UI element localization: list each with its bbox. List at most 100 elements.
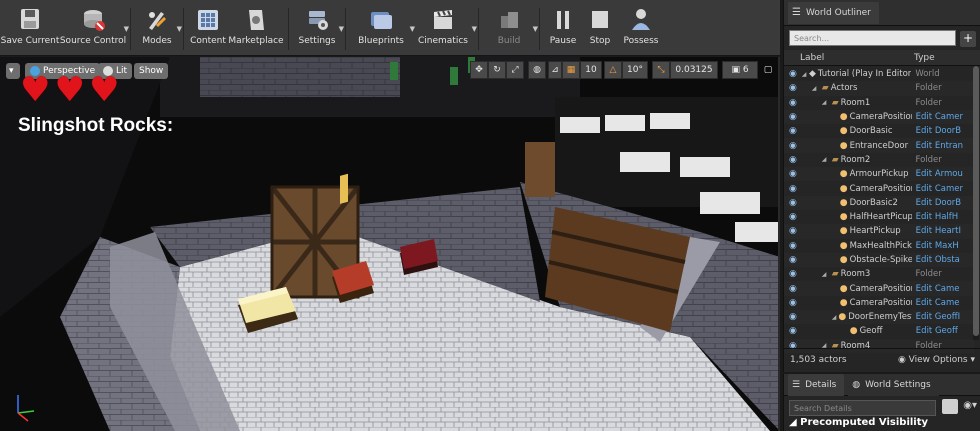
- tree-row[interactable]: ◉ ● Obstacle-Spike Edit Obsta: [784, 252, 974, 268]
- eye-icon[interactable]: ◉: [789, 298, 799, 307]
- eye-icon[interactable]: ◉: [789, 227, 799, 236]
- outliner-scrollbar[interactable]: [973, 66, 979, 340]
- eye-icon[interactable]: ◉: [789, 198, 799, 207]
- label-column-header[interactable]: Label: [784, 53, 910, 63]
- edit-blueprint-link[interactable]: Edit Camer: [912, 112, 974, 122]
- add-folder-button[interactable]: +: [960, 31, 976, 47]
- eye-icon[interactable]: ◉: [789, 270, 799, 279]
- eye-icon[interactable]: ◉: [789, 170, 799, 179]
- outliner-search-input[interactable]: Search...: [789, 30, 956, 46]
- source-control-button[interactable]: Source Control ▼: [60, 6, 129, 52]
- tree-row[interactable]: ◉ ● DoorBasic2 Edit DoorB: [784, 195, 974, 210]
- settings-button[interactable]: Settings ▼: [293, 6, 344, 52]
- eye-icon[interactable]: ◉: [789, 127, 799, 136]
- rotate-tool-button[interactable]: ↻: [488, 61, 506, 79]
- tree-row[interactable]: ◉ ● CameraPosition Edit Camer: [784, 181, 974, 195]
- rotation-snap-toggle[interactable]: △: [604, 61, 622, 79]
- grid-snap-toggle[interactable]: ▦: [562, 61, 580, 79]
- tree-row[interactable]: ◉ ◢ ▰ Room1 Folder: [784, 96, 974, 110]
- possess-button[interactable]: Possess: [618, 6, 664, 52]
- tree-row[interactable]: ◉ ● ArmourPickup Edit Armou: [784, 167, 974, 182]
- edit-blueprint-link[interactable]: Edit Came: [912, 284, 974, 294]
- eye-icon[interactable]: ◉: [789, 84, 799, 93]
- expand-arrow-icon[interactable]: ◢: [832, 314, 837, 321]
- edit-blueprint-link[interactable]: Edit Obsta: [912, 255, 974, 265]
- tree-row[interactable]: ◉ ● DoorBasic Edit DoorB: [784, 124, 974, 138]
- edit-blueprint-link[interactable]: Edit DoorB: [912, 198, 974, 208]
- tree-row[interactable]: ◉ ◢ ▰ Actors Folder: [784, 81, 974, 96]
- edit-blueprint-link[interactable]: Edit Entran: [912, 141, 974, 151]
- tab-world-settings[interactable]: ◍ World Settings: [848, 373, 939, 396]
- edit-blueprint-link[interactable]: Edit Armou: [912, 169, 974, 179]
- tree-row[interactable]: ◉ ● MaxHealthPick Edit MaxH: [784, 239, 974, 253]
- level-viewport[interactable]: ▾ Perspective Lit Show ✥ ↻ ⤢ ◍ ⊿ ▦ 10 △ …: [0, 57, 780, 431]
- eye-icon[interactable]: ◉: [789, 256, 799, 265]
- camera-speed-button[interactable]: ▣ 6: [722, 61, 758, 79]
- edit-blueprint-link[interactable]: Edit HeartI: [912, 226, 974, 236]
- edit-blueprint-link[interactable]: Edit MaxH: [912, 241, 974, 251]
- save-current-button[interactable]: Save Current: [0, 6, 60, 52]
- eye-icon[interactable]: ◉: [789, 70, 799, 79]
- translate-tool-button[interactable]: ✥: [470, 61, 488, 79]
- type-column-header[interactable]: Type: [910, 53, 950, 63]
- expand-arrow-icon[interactable]: ◢: [812, 85, 820, 92]
- scale-tool-button[interactable]: ⤢: [506, 61, 524, 79]
- grid-snap-value[interactable]: 10: [580, 61, 602, 79]
- cinematics-button[interactable]: Cinematics ▼: [412, 6, 477, 52]
- edit-blueprint-link[interactable]: Edit Geoff: [912, 326, 974, 336]
- edit-blueprint-link[interactable]: Edit GeoffI: [912, 312, 974, 322]
- eye-icon[interactable]: ◉: [789, 113, 799, 122]
- surface-snap-button[interactable]: ⊿: [548, 61, 562, 79]
- rotation-snap-value[interactable]: 10°: [622, 61, 648, 79]
- show-button[interactable]: Show: [134, 63, 169, 79]
- pause-button[interactable]: Pause: [544, 6, 582, 52]
- eye-icon[interactable]: ◉: [789, 141, 799, 150]
- chevron-down-icon[interactable]: ▼: [124, 25, 129, 33]
- tree-row[interactable]: ◉ ● HeartPickup Edit HeartI: [784, 224, 974, 239]
- edit-blueprint-link[interactable]: Edit HalfH: [912, 212, 974, 222]
- expand-arrow-icon[interactable]: ◢: [822, 271, 830, 278]
- viewport-options-button[interactable]: ▾: [6, 63, 20, 79]
- tree-row[interactable]: ◉ ◢ ● DoorEnemyTest Edit GeoffI: [784, 310, 974, 325]
- expand-arrow-icon[interactable]: ◢: [822, 99, 830, 106]
- tab-details[interactable]: ☰ Details: [788, 373, 845, 396]
- scale-snap-toggle[interactable]: ⤡: [652, 61, 670, 79]
- tree-row[interactable]: ◉ ● HalfHeartPicup Edit HalfH: [784, 210, 974, 224]
- edit-blueprint-link[interactable]: Edit Came: [912, 298, 974, 308]
- blueprints-button[interactable]: Blueprints ▼: [350, 6, 415, 52]
- tree-row[interactable]: ◉ ◢ ◆ Tutorial (Play In Editor World: [784, 67, 974, 81]
- property-matrix-button[interactable]: [942, 399, 958, 414]
- scale-snap-value[interactable]: 0.03125: [670, 61, 718, 79]
- marketplace-button[interactable]: Marketplace: [228, 6, 284, 52]
- eye-icon[interactable]: ◉: [789, 284, 799, 293]
- view-options-button[interactable]: ◉ View Options ▾: [898, 355, 975, 365]
- eye-icon[interactable]: ◉: [789, 327, 799, 336]
- maximize-viewport-button[interactable]: ▢: [762, 61, 774, 79]
- tree-row[interactable]: ◉ ● EntranceDoor Edit Entran: [784, 138, 974, 153]
- chevron-down-icon[interactable]: ▼: [339, 25, 344, 33]
- content-button[interactable]: Content: [188, 6, 228, 52]
- edit-blueprint-link[interactable]: Edit DoorB: [912, 126, 974, 136]
- eye-icon[interactable]: ◉▾: [963, 400, 977, 411]
- stop-button[interactable]: Stop: [582, 6, 618, 52]
- details-search-input[interactable]: Search Details: [789, 400, 936, 416]
- tab-world-outliner[interactable]: ☰ World Outliner: [788, 1, 879, 24]
- chevron-down-icon[interactable]: ▼: [177, 25, 182, 33]
- tree-row[interactable]: ◉ ● CameraPosition Edit Camer: [784, 109, 974, 125]
- section-header[interactable]: ◢ Precomputed Visibility: [789, 417, 928, 428]
- eye-icon[interactable]: ◉: [789, 241, 799, 250]
- world-local-toggle[interactable]: ◍: [528, 61, 546, 79]
- eye-icon[interactable]: ◉: [789, 313, 799, 322]
- tree-row[interactable]: ◉ ● CameraPositior Edit Came: [784, 281, 974, 296]
- tree-row[interactable]: ◉ ◢ ▰ Room3 Folder: [784, 267, 974, 281]
- eye-icon[interactable]: ◉: [789, 155, 799, 164]
- eye-icon[interactable]: ◉: [789, 184, 799, 193]
- tree-row[interactable]: ◉ ● CameraPositior Edit Came: [784, 296, 974, 310]
- expand-arrow-icon[interactable]: ◢: [802, 71, 807, 78]
- tree-row[interactable]: ◉ ◢ ▰ Room2 Folder: [784, 153, 974, 167]
- eye-icon[interactable]: ◉: [789, 213, 799, 222]
- eye-icon[interactable]: ◉: [789, 98, 799, 107]
- tree-row[interactable]: ◉ ● Geoff Edit Geoff: [784, 324, 974, 338]
- modes-button[interactable]: Modes ▼: [135, 6, 182, 52]
- expand-arrow-icon[interactable]: ◢: [822, 156, 830, 163]
